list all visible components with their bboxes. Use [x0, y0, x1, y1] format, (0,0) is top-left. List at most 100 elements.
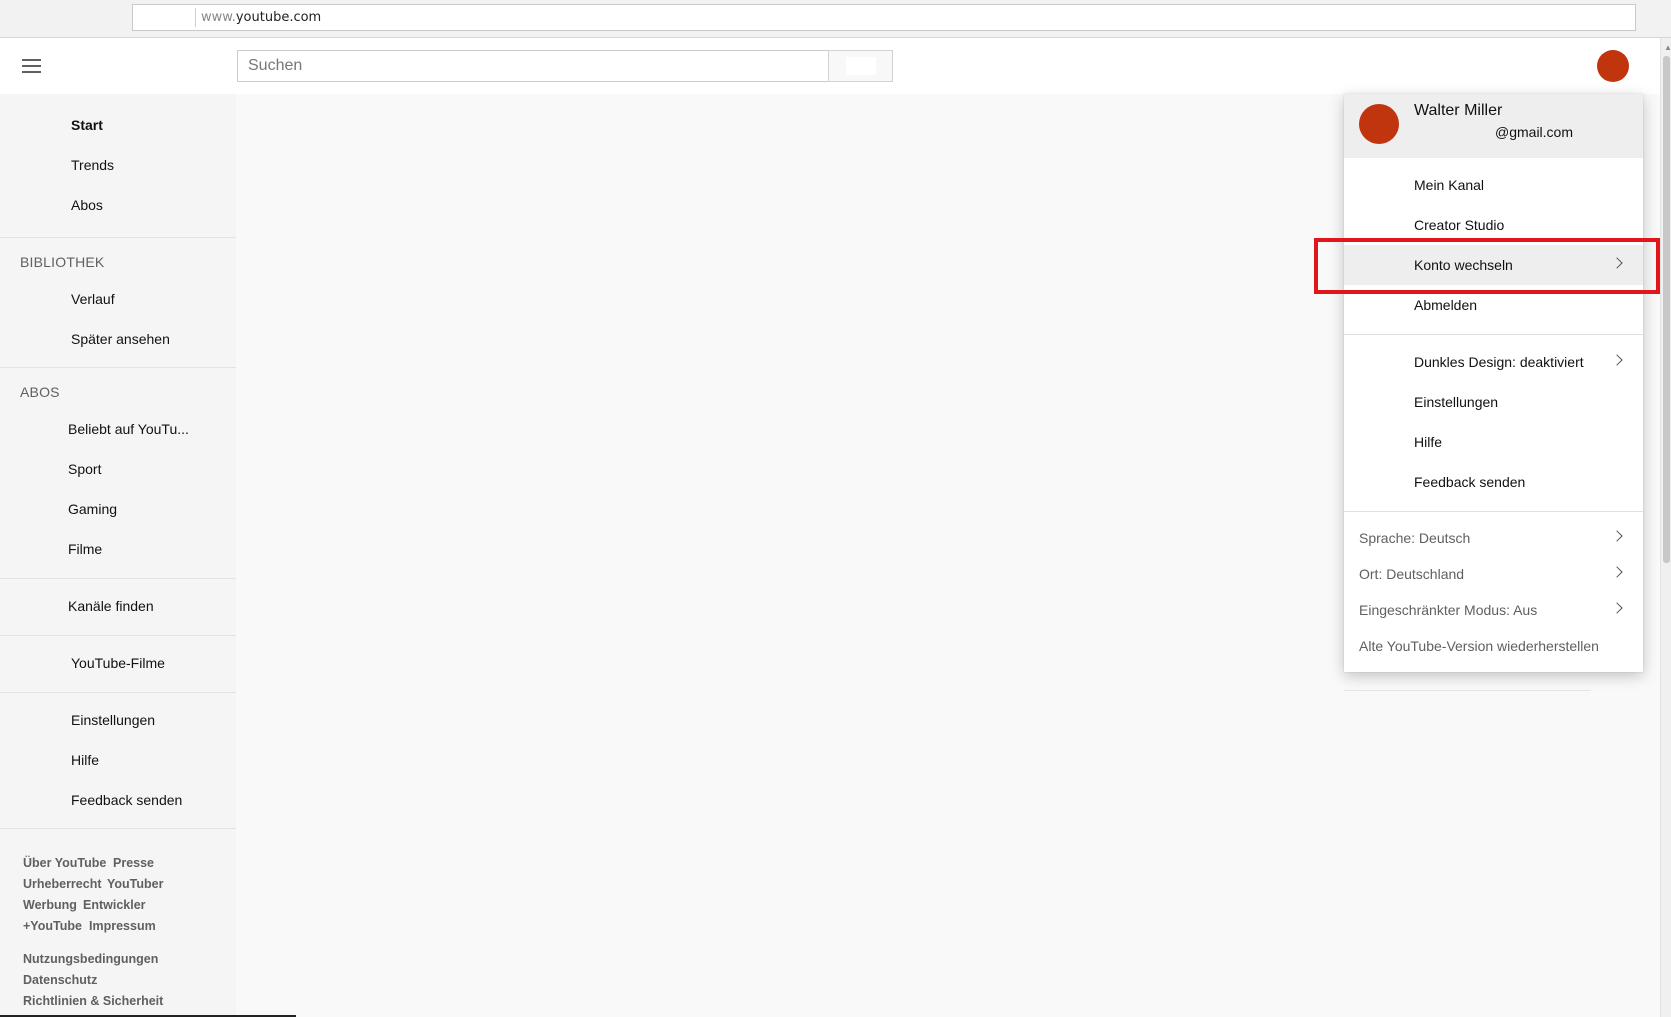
menu-item-label: Ort: Deutschland — [1359, 566, 1465, 582]
sidebar-item-sport[interactable]: Sport — [0, 450, 236, 488]
section-title-subscriptions: ABOS — [20, 384, 60, 400]
scrollbar-thumb[interactable] — [1663, 56, 1670, 563]
menu-item-settings[interactable]: Einstellungen — [1344, 382, 1643, 422]
menu-item-label: Eingeschränkter Modus: Aus — [1359, 602, 1538, 618]
menu-item-sign-out[interactable]: Abmelden — [1344, 285, 1643, 325]
menu-item-label: Feedback senden — [1414, 474, 1526, 490]
section-title-library: BIBLIOTHEK — [20, 254, 105, 270]
sidebar-item-label: Feedback senden — [71, 792, 183, 808]
menu-bottom-line — [1344, 690, 1591, 691]
sidebar-item-history[interactable]: Verlauf — [0, 280, 236, 318]
sidebar-item-label: Gaming — [68, 501, 118, 517]
menu-item-label: Abmelden — [1414, 297, 1478, 313]
browser-toolbar: www.youtube.com — [0, 0, 1671, 38]
user-email: @gmail.com — [1495, 124, 1574, 140]
address-bar[interactable]: www.youtube.com — [132, 4, 1636, 31]
footer-link-about[interactable]: Über YouTube — [23, 856, 106, 870]
menu-item-my-channel[interactable]: Mein Kanal — [1344, 165, 1643, 205]
chevron-right-icon — [1611, 566, 1623, 578]
sidebar-item-feedback[interactable]: Feedback senden — [0, 781, 236, 819]
sidebar-item-label: Einstellungen — [71, 712, 156, 728]
sidebar-item-youtube-movies[interactable]: YouTube-Filme — [0, 644, 236, 682]
account-header: Walter Miller @gmail.com — [1344, 94, 1643, 158]
sidebar-item-trends[interactable]: Trends — [0, 146, 236, 184]
sidebar-divider — [0, 828, 236, 829]
search-input[interactable] — [237, 50, 829, 82]
sidebar-item-watch-later[interactable]: Später ansehen — [0, 320, 236, 358]
menu-item-label: Sprache: Deutsch — [1359, 530, 1471, 546]
footer-link-plus-youtube[interactable]: +YouTube — [23, 919, 82, 933]
chevron-right-icon — [1611, 602, 1623, 614]
menu-item-language[interactable]: Sprache: Deutsch — [1344, 518, 1643, 558]
sidebar-item-label: Kanäle finden — [68, 598, 154, 614]
sidebar-item-find-channels[interactable]: Kanäle finden — [0, 587, 236, 625]
sidebar-item-gaming[interactable]: Gaming — [0, 490, 236, 528]
menu-item-label: Creator Studio — [1414, 217, 1505, 233]
footer-link-copyright[interactable]: Urheberrecht — [23, 877, 102, 891]
sidebar-divider — [0, 692, 236, 693]
menu-item-switch-account[interactable]: Konto wechseln — [1344, 245, 1643, 285]
menu-item-label: Alte YouTube-Version wiederherstellen — [1359, 638, 1599, 654]
menu-item-restore-old-youtube[interactable]: Alte YouTube-Version wiederherstellen — [1344, 626, 1643, 666]
footer-link-advertise[interactable]: Werbung — [23, 898, 77, 912]
search-button[interactable] — [828, 50, 893, 82]
menu-divider — [1344, 334, 1643, 335]
scroll-up-icon[interactable]: ▲ — [1664, 43, 1671, 52]
sidebar-item-popular[interactable]: Beliebt auf YouTu... — [0, 410, 236, 448]
menu-item-feedback[interactable]: Feedback senden — [1344, 462, 1643, 502]
sidebar-divider — [0, 367, 236, 368]
sidebar-divider — [0, 635, 236, 636]
menu-item-restricted-mode[interactable]: Eingeschränkter Modus: Aus — [1344, 590, 1643, 630]
sidebar-item-label: Sport — [68, 461, 102, 477]
url-text[interactable]: www.youtube.com — [201, 10, 321, 25]
address-divider — [195, 8, 196, 27]
sidebar-item-movies[interactable]: Filme — [0, 530, 236, 568]
menu-icon[interactable] — [20, 56, 44, 76]
sidebar-item-abos[interactable]: Abos — [0, 186, 236, 224]
chevron-right-icon — [1611, 354, 1623, 366]
footer-link-creators[interactable]: YouTuber — [107, 877, 163, 891]
chevron-right-icon — [1611, 257, 1623, 269]
page-scrollbar[interactable]: ▲ — [1660, 38, 1671, 1017]
sidebar-item-label: Beliebt auf YouTu... — [68, 421, 189, 437]
sidebar-item-label: Trends — [71, 157, 115, 173]
footer-link-policies-safety[interactable]: Richtlinien & Sicherheit — [23, 994, 163, 1008]
menu-item-dark-theme[interactable]: Dunkles Design: deaktiviert — [1344, 342, 1643, 382]
user-name: Walter Miller — [1414, 102, 1503, 119]
chevron-right-icon — [1611, 530, 1623, 542]
avatar — [1359, 104, 1399, 144]
menu-item-label: Dunkles Design: deaktiviert — [1414, 354, 1584, 370]
url-domain: youtube.com — [235, 10, 322, 25]
footer-link-terms[interactable]: Nutzungsbedingungen — [23, 952, 158, 966]
menu-item-label: Konto wechseln — [1414, 257, 1513, 273]
youtube-header — [0, 38, 1660, 94]
sidebar-item-label: Später ansehen — [71, 331, 170, 347]
menu-item-label: Einstellungen — [1414, 394, 1499, 410]
sidebar-item-settings[interactable]: Einstellungen — [0, 701, 236, 739]
footer-link-developers[interactable]: Entwickler — [83, 898, 146, 912]
menu-item-label: Mein Kanal — [1414, 177, 1485, 193]
sidebar-item-start[interactable]: Start — [0, 106, 236, 144]
sidebar-item-label: Hilfe — [71, 752, 100, 768]
menu-item-creator-studio[interactable]: Creator Studio — [1344, 205, 1643, 245]
footer-link-privacy[interactable]: Datenschutz — [23, 973, 97, 987]
footer-link-imprint[interactable]: Impressum — [89, 919, 156, 933]
menu-item-help[interactable]: Hilfe — [1344, 422, 1643, 462]
sidebar-item-label: Filme — [68, 541, 103, 557]
sidebar-item-label: Abos — [71, 197, 103, 213]
sidebar-item-help[interactable]: Hilfe — [0, 741, 236, 779]
footer-link-press[interactable]: Presse — [113, 856, 154, 870]
account-menu: Walter Miller @gmail.com Mein Kanal Crea… — [1344, 94, 1643, 672]
menu-item-location[interactable]: Ort: Deutschland — [1344, 554, 1643, 594]
sidebar: Start Trends Abos BIBLIOTHEK Verlauf Spä… — [0, 94, 236, 1017]
menu-item-label: Hilfe — [1414, 434, 1443, 450]
url-prefix: www. — [201, 10, 236, 25]
search-icon — [846, 57, 876, 75]
avatar-button[interactable] — [1597, 50, 1629, 82]
sidebar-item-label: YouTube-Filme — [71, 655, 165, 671]
sidebar-item-label: Verlauf — [71, 291, 115, 307]
sidebar-divider — [0, 237, 236, 238]
sidebar-divider — [0, 578, 236, 579]
sidebar-item-label: Start — [71, 117, 103, 133]
menu-divider — [1344, 511, 1643, 512]
